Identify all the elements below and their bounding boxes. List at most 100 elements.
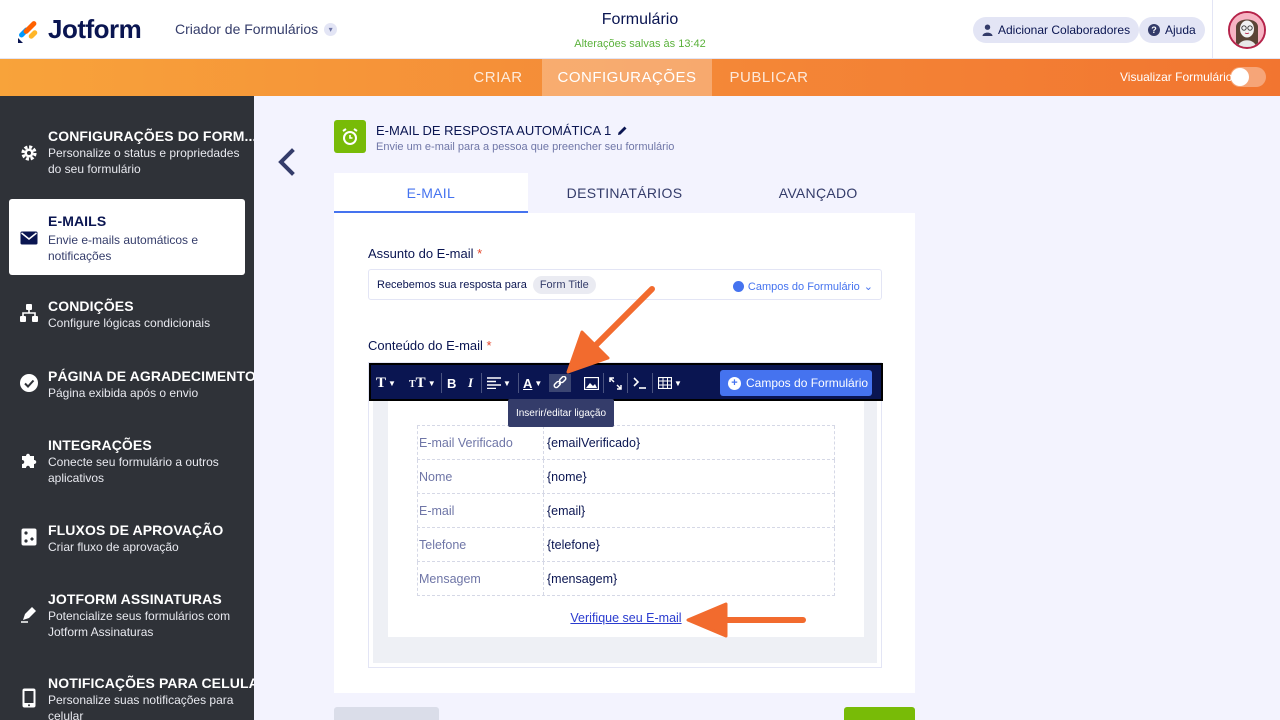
expand-icon — [609, 376, 622, 390]
avatar[interactable] — [1227, 10, 1266, 49]
preview-form-label: Visualizar Formulário — [1120, 70, 1233, 84]
italic-icon: I — [468, 375, 474, 390]
sidebar-item-mobile-notifications[interactable]: NOTIFICAÇÕES PARA CELULAR Personalize su… — [0, 665, 254, 720]
content-label-text: Conteúdo do E-mail — [368, 338, 483, 353]
subject-label: Assunto do E-mail * — [368, 246, 482, 261]
insert-table-button[interactable]: ▼ — [658, 374, 682, 392]
tab-email[interactable]: E-MAIL — [334, 173, 528, 213]
sidebar-item-approval-flows[interactable]: FLUXOS DE APROVAÇÃO Criar fluxo de aprov… — [0, 512, 254, 562]
table-row[interactable]: Nome {nome} — [417, 460, 835, 494]
toggle-knob — [1231, 68, 1249, 86]
sidebar-item-integrations[interactable]: INTEGRAÇÕES Conecte seu formulário a out… — [0, 427, 254, 492]
bold-button[interactable]: B — [447, 374, 456, 392]
sidebar-item-title: CONFIGURAÇÕES DO FORM... — [48, 128, 254, 144]
logo-text: Jotform — [48, 14, 142, 44]
email-settings-panel: E-MAIL DESTINATÁRIOS AVANÇADO Assunto do… — [334, 173, 915, 693]
subject-label-text: Assunto do E-mail — [368, 246, 474, 261]
test-email-button[interactable] — [334, 707, 439, 720]
tab-criar[interactable]: CRIAR — [454, 59, 542, 96]
pencil-icon[interactable] — [617, 125, 628, 136]
table-row[interactable]: E-mail Verificado {emailVerificado} — [417, 426, 835, 460]
text-color-icon: A — [523, 375, 533, 391]
form-title[interactable]: Formulário — [540, 11, 740, 29]
table-row[interactable]: Mensagem {mensagem} — [417, 562, 835, 596]
form-title-tag[interactable]: Form Title — [532, 275, 596, 294]
alarm-clock-icon — [334, 120, 366, 153]
question-icon: ? — [1148, 24, 1160, 36]
table-row[interactable]: E-mail {email} — [417, 494, 835, 528]
email-content-editor[interactable]: T ▼ TT ▼ B I ▼ A ▼ ▼ + Campos do Formulá… — [368, 362, 883, 668]
text-size-icon: TT — [409, 374, 426, 391]
sidebar-item-conditions[interactable]: CONDIÇÕES Configure lógicas condicionais — [0, 288, 254, 338]
subject-text: Recebemos sua resposta para — [377, 278, 527, 291]
font-size-button[interactable]: TT ▼ — [409, 374, 436, 392]
avatar-container[interactable] — [1212, 0, 1280, 59]
bold-icon: B — [447, 375, 457, 391]
table-key: Nome — [419, 469, 453, 484]
align-button[interactable]: ▼ — [487, 374, 511, 392]
sidebar-item-form-settings[interactable]: CONFIGURAÇÕES DO FORM... Personalize o s… — [0, 118, 254, 188]
email-template-body: E-mail Verificado {emailVerificado} Nome… — [388, 401, 864, 637]
plus-icon: + — [728, 376, 741, 390]
table-icon — [658, 377, 672, 389]
add-collaborators-button[interactable]: Adicionar Colaboradores — [973, 17, 1140, 43]
table-key: E-mail — [419, 503, 455, 518]
sidebar-item-title: FLUXOS DE APROVAÇÃO — [48, 522, 224, 538]
fullscreen-button[interactable] — [609, 374, 622, 392]
tab-publicar[interactable]: PUBLICAR — [712, 59, 826, 96]
align-left-icon — [487, 377, 501, 389]
image-icon — [584, 376, 599, 390]
save-status: Alterações salvas às 13:42 — [574, 38, 706, 50]
sidebar-item-thank-you-page[interactable]: PÁGINA DE AGRADECIMENTO Página exibida a… — [0, 358, 254, 408]
table-value: {nome} — [543, 460, 587, 493]
puzzle-icon — [18, 449, 40, 471]
sidebar-item-desc: Personalize o status e propriedades do s… — [48, 146, 240, 176]
subject-input[interactable]: Recebemos sua resposta para Form Title C… — [368, 269, 882, 300]
gear-icon — [18, 142, 40, 164]
save-button[interactable] — [844, 707, 915, 720]
back-button[interactable] — [272, 148, 302, 178]
tab-advanced[interactable]: AVANÇADO — [721, 173, 915, 213]
toolbar-form-fields-button[interactable]: + Campos do Formulário — [720, 370, 872, 396]
chevron-left-icon — [278, 148, 295, 176]
builder-menu-label: Criador de Formulários — [175, 21, 319, 37]
form-fields-dropdown[interactable]: Campos do Formulário ⌄ — [732, 280, 873, 293]
fields-icon — [732, 281, 744, 292]
tab-configuracoes[interactable]: CONFIGURAÇÕES — [542, 59, 712, 96]
help-button[interactable]: ? Ajuda — [1139, 17, 1205, 43]
required-mark: * — [477, 246, 483, 261]
flow-icon — [18, 526, 40, 548]
code-view-button[interactable] — [633, 374, 647, 392]
table-value: {mensagem} — [543, 562, 617, 595]
preview-form-toggle[interactable] — [1230, 67, 1266, 87]
italic-button[interactable]: I — [468, 374, 473, 392]
table-key: Mensagem — [419, 571, 481, 586]
jotform-logo-icon — [16, 16, 40, 44]
email-card-title[interactable]: E-MAIL DE RESPOSTA AUTOMÁTICA 1 — [376, 123, 628, 138]
settings-sidebar: CONFIGURAÇÕES DO FORM... Personalize o s… — [0, 96, 254, 720]
font-family-button[interactable]: T ▼ — [376, 374, 396, 392]
email-preview-area[interactable]: E-mail Verificado {emailVerificado} Nome… — [373, 401, 877, 663]
text-color-button[interactable]: A ▼ — [523, 374, 542, 392]
email-tabs: E-MAIL DESTINATÁRIOS AVANÇADO — [334, 173, 915, 213]
tab-recipients[interactable]: DESTINATÁRIOS — [528, 173, 722, 213]
builder-navbar: CRIAR CONFIGURAÇÕES PUBLICAR Visualizar … — [0, 59, 1280, 96]
insert-link-button[interactable] — [549, 374, 571, 392]
top-header: Jotform Criador de Formulários ▾ Formulá… — [0, 0, 1280, 59]
link-tooltip: Inserir/editar ligação — [508, 399, 614, 427]
hierarchy-icon — [18, 302, 40, 324]
jotform-logo[interactable]: Jotform — [16, 14, 142, 45]
form-fields-label: Campos do Formulário — [747, 280, 860, 293]
email-card-title-text: E-MAIL DE RESPOSTA AUTOMÁTICA 1 — [376, 123, 612, 138]
sidebar-item-title: PÁGINA DE AGRADECIMENTO — [48, 368, 254, 384]
content-label: Conteúdo do E-mail * — [368, 338, 492, 353]
verify-email-link[interactable]: Verifique seu E-mail — [388, 611, 864, 625]
phone-icon — [18, 687, 40, 709]
builder-menu[interactable]: Criador de Formulários ▾ — [175, 21, 338, 37]
insert-image-button[interactable] — [584, 374, 599, 392]
table-row[interactable]: Telefone {telefone} — [417, 528, 835, 562]
sidebar-item-sign[interactable]: JOTFORM ASSINATURAS Potencialize seus fo… — [0, 581, 254, 646]
envelope-icon — [18, 227, 40, 249]
sidebar-item-emails[interactable]: E-MAILS Envie e-mails automáticos e noti… — [9, 199, 245, 275]
sidebar-item-desc: Conecte seu formulário a outros aplicati… — [48, 455, 219, 485]
